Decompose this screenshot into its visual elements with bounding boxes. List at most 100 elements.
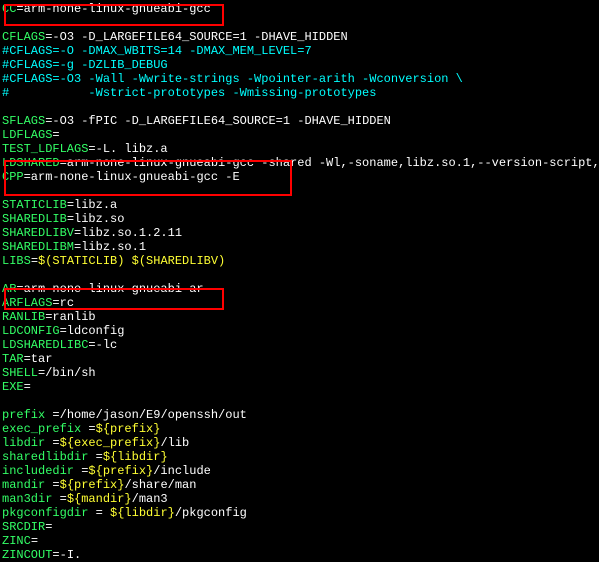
code-token: LDCONFIG [2, 324, 60, 338]
code-token: ${libdir} [103, 450, 168, 464]
code-token: libdir [2, 436, 52, 450]
code-token: ${libdir} [110, 506, 175, 520]
code-token: = [45, 520, 52, 534]
code-token: ${mandir} [67, 492, 132, 506]
code-line: mandir =${prefix}/share/man [2, 478, 597, 492]
code-token: LDSHAREDLIBC [2, 338, 88, 352]
code-token: /share/man [124, 478, 196, 492]
code-token: RANLIB [2, 310, 45, 324]
code-token: =ranlib [45, 310, 95, 324]
code-line: SFLAGS=-O3 -fPIC -D_LARGEFILE64_SOURCE=1… [2, 114, 597, 128]
code-token: = [52, 128, 59, 142]
code-token: =-O3 -D_LARGEFILE64_SOURCE=1 -DHAVE_HIDD… [45, 30, 347, 44]
code-token: = [31, 534, 38, 548]
code-token: TEST_LDFLAGS [2, 142, 88, 156]
code-token [124, 254, 131, 268]
code-token: =/home/jason/E9/openssh/out [52, 408, 246, 422]
code-token: = [96, 450, 103, 464]
code-token: ${prefix} [88, 464, 153, 478]
code-line: #CFLAGS=-O3 -Wall -Wwrite-strings -Wpoin… [2, 72, 597, 86]
code-token: = [52, 478, 59, 492]
code-line: SHAREDLIB=libz.so [2, 212, 597, 226]
code-line: includedir =${prefix}/include [2, 464, 597, 478]
highlight-box-cc [4, 4, 224, 26]
code-token: LDFLAGS [2, 128, 52, 142]
code-line: CFLAGS=-O3 -D_LARGEFILE64_SOURCE=1 -DHAV… [2, 30, 597, 44]
code-line: TAR=tar [2, 352, 597, 366]
code-token: =-L. libz.a [88, 142, 167, 156]
code-line [2, 100, 597, 114]
code-line: libdir =${exec_prefix}/lib [2, 436, 597, 450]
code-token: =-lc [88, 338, 117, 352]
code-token: = [60, 492, 67, 506]
code-line: exec_prefix =${prefix} [2, 422, 597, 436]
code-line: LIBS=$(STATICLIB) $(SHAREDLIBV) [2, 254, 597, 268]
code-token: /pkgconfig [175, 506, 247, 520]
code-token: #CFLAGS=-O -DMAX_WBITS=14 -DMAX_MEM_LEVE… [2, 44, 312, 58]
code-token: SFLAGS [2, 114, 45, 128]
code-token: SRCDIR [2, 520, 45, 534]
code-token: = [88, 422, 95, 436]
code-token: =libz.so [67, 212, 125, 226]
code-line: pkgconfigdir = ${libdir}/pkgconfig [2, 506, 597, 520]
code-token: SHELL [2, 366, 38, 380]
highlight-box-ldshared-cpp [4, 160, 292, 196]
code-token: # -Wstrict-prototypes -Wmissing-prototyp… [2, 86, 376, 100]
code-token: ZINC [2, 534, 31, 548]
code-token: STATICLIB [2, 198, 67, 212]
code-line: # -Wstrict-prototypes -Wmissing-prototyp… [2, 86, 597, 100]
code-line: sharedlibdir =${libdir} [2, 450, 597, 464]
code-token: #CFLAGS=-O3 -Wall -Wwrite-strings -Wpoin… [2, 72, 463, 86]
code-line: ZINC= [2, 534, 597, 548]
code-token: EXE [2, 380, 24, 394]
code-token: sharedlibdir [2, 450, 96, 464]
code-line: man3dir =${mandir}/man3 [2, 492, 597, 506]
code-line: RANLIB=ranlib [2, 310, 597, 324]
code-token: exec_prefix [2, 422, 88, 436]
code-line: LDCONFIG=ldconfig [2, 324, 597, 338]
code-token: man3dir [2, 492, 60, 506]
code-token: = [24, 380, 31, 394]
code-token: ZINCOUT [2, 548, 52, 562]
code-token: =tar [24, 352, 53, 366]
code-line: SHAREDLIBM=libz.so.1 [2, 240, 597, 254]
code-token: =libz.so.1.2.11 [74, 226, 182, 240]
code-token: CFLAGS [2, 30, 45, 44]
code-token: #CFLAGS=-g -DZLIB_DEBUG [2, 58, 168, 72]
code-token: mandir [2, 478, 52, 492]
code-token: SHAREDLIB [2, 212, 67, 226]
code-line: LDSHAREDLIBC=-lc [2, 338, 597, 352]
code-token: = [96, 506, 110, 520]
code-token: =ldconfig [60, 324, 125, 338]
code-token: $(SHAREDLIBV) [132, 254, 226, 268]
code-token: =/bin/sh [38, 366, 96, 380]
code-line: TEST_LDFLAGS=-L. libz.a [2, 142, 597, 156]
code-token: /man3 [132, 492, 168, 506]
code-token: $(STATICLIB) [38, 254, 124, 268]
code-line [2, 394, 597, 408]
code-line [2, 268, 597, 282]
code-line: #CFLAGS=-g -DZLIB_DEBUG [2, 58, 597, 72]
code-token: ${prefix} [96, 422, 161, 436]
code-line: SHELL=/bin/sh [2, 366, 597, 380]
code-token: SHAREDLIBM [2, 240, 74, 254]
code-token: =libz.so.1 [74, 240, 146, 254]
code-token: LIBS [2, 254, 31, 268]
code-token: =libz.a [67, 198, 117, 212]
code-token: ${exec_prefix} [60, 436, 161, 450]
code-token: = [52, 436, 59, 450]
code-line: prefix =/home/jason/E9/openssh/out [2, 408, 597, 422]
code-token: pkgconfigdir [2, 506, 96, 520]
code-line: SRCDIR= [2, 520, 597, 534]
code-token: ${prefix} [60, 478, 125, 492]
makefile-viewer: CC=arm-none-linux-gnueabi-gcc CFLAGS=-O3… [2, 2, 597, 562]
code-token: /lib [160, 436, 189, 450]
code-token: includedir [2, 464, 81, 478]
highlight-box-ar [4, 288, 224, 310]
code-token: =-I. [52, 548, 81, 562]
code-token: TAR [2, 352, 24, 366]
code-token: /include [153, 464, 211, 478]
code-token: SHAREDLIBV [2, 226, 74, 240]
code-line: LDFLAGS= [2, 128, 597, 142]
code-line: EXE= [2, 380, 597, 394]
